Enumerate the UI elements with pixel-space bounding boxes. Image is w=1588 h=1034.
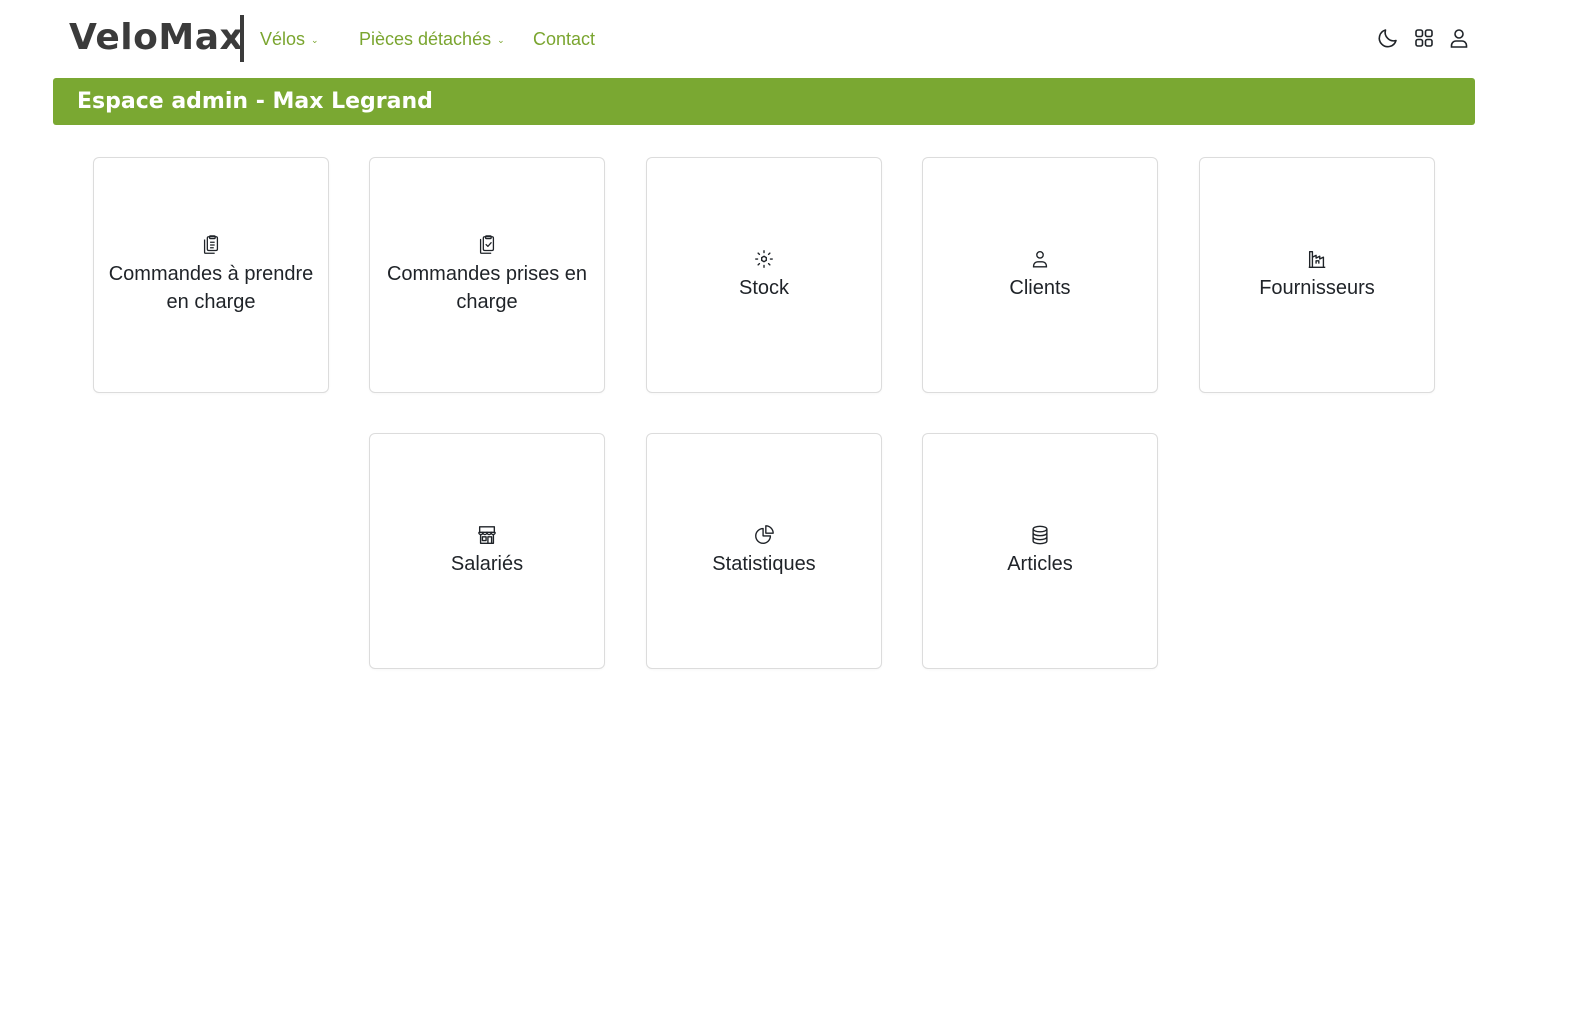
clipboard-list-icon	[200, 234, 222, 256]
tile-label: Commandes à prendre en charge	[108, 263, 314, 313]
store-icon	[476, 524, 498, 546]
tile-label: Fournisseurs	[1259, 277, 1375, 299]
moon-icon[interactable]	[1375, 25, 1401, 51]
database-icon	[1029, 524, 1051, 546]
tile-label: Stock	[738, 277, 790, 299]
tile-label: Salariés	[450, 553, 524, 575]
top-navbar: VeloMax Vélos ⌄ Pièces détachés ⌄ Contact	[0, 0, 1588, 78]
nav-contact-link[interactable]: Contact	[533, 27, 595, 51]
tile-label: Statistiques	[712, 553, 816, 575]
tile-commandes-a-prendre[interactable]: Commandes à prendre en charge	[93, 157, 329, 393]
tile-stock[interactable]: Stock	[646, 157, 882, 393]
tile-label: Commandes prises en charge	[386, 263, 588, 313]
tile-clients[interactable]: Clients	[922, 157, 1158, 393]
nav-velos-dropdown[interactable]: Vélos ⌄	[260, 27, 319, 51]
nav-pieces-dropdown[interactable]: Pièces détachés ⌄	[359, 27, 505, 51]
tile-articles[interactable]: Articles	[922, 433, 1158, 669]
tile-fournisseurs[interactable]: Fournisseurs	[1199, 157, 1435, 393]
admin-banner: Espace admin - Max Legrand	[53, 78, 1475, 125]
user-icon[interactable]	[1446, 25, 1472, 51]
tile-salaries[interactable]: Salariés	[369, 433, 605, 669]
pie-chart-icon	[753, 524, 775, 546]
box-icon	[753, 248, 775, 270]
clipboard-check-icon	[476, 234, 498, 256]
nav-pieces-label: Pièces détachés	[359, 29, 492, 49]
user-icon	[1029, 248, 1051, 270]
tile-statistiques[interactable]: Statistiques	[646, 433, 882, 669]
page-title: Espace admin - Max Legrand	[77, 89, 433, 114]
logo-divider	[240, 15, 244, 62]
apps-grid-icon[interactable]	[1411, 25, 1437, 51]
tile-label: Articles	[1007, 553, 1073, 575]
chevron-down-icon: ⌄	[497, 35, 505, 45]
chevron-down-icon: ⌄	[311, 35, 319, 45]
tile-label: Clients	[1009, 277, 1071, 299]
nav-velos-label: Vélos	[260, 29, 306, 49]
brand-logo[interactable]: VeloMax	[69, 14, 243, 62]
tile-commandes-prises[interactable]: Commandes prises en charge	[369, 157, 605, 393]
factory-icon	[1306, 248, 1328, 270]
